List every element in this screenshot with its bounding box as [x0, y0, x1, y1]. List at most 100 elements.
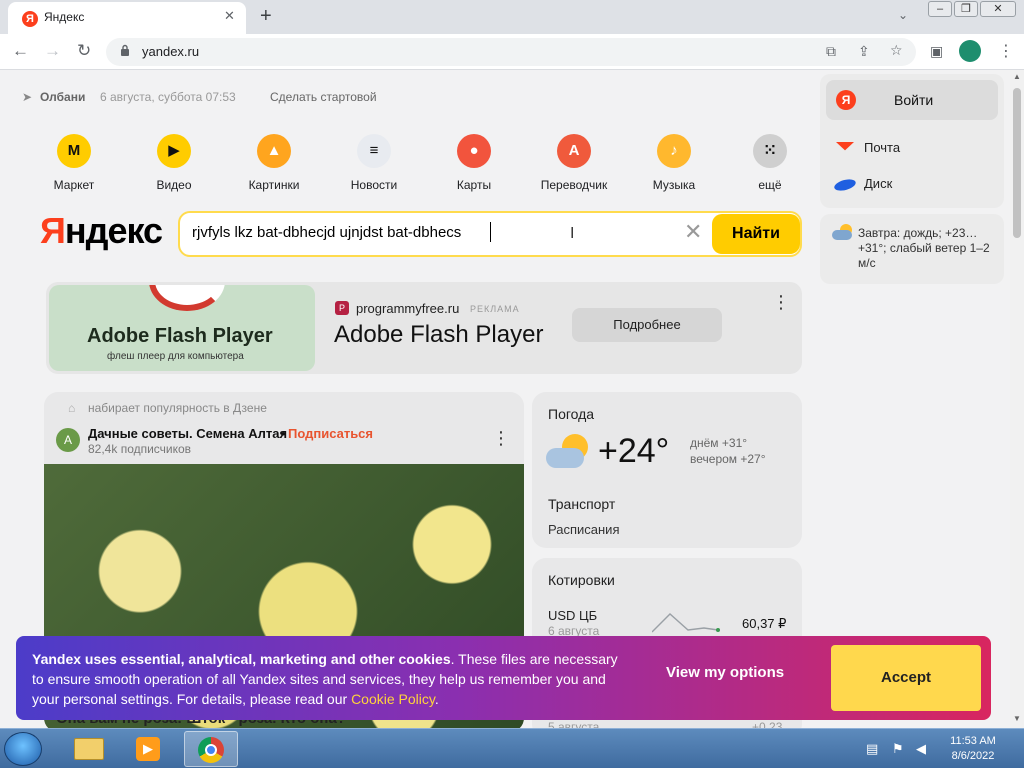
feed-menu-icon[interactable]: ⋮ — [492, 428, 510, 449]
back-arrow-icon[interactable]: ← — [12, 41, 29, 61]
translate-icon[interactable]: ⧉ — [826, 43, 836, 60]
profile-avatar[interactable] — [959, 40, 981, 62]
mail-icon — [836, 142, 854, 151]
cookie-text: Yandex uses essential, analytical, marke… — [32, 651, 618, 707]
bookmark-star-icon[interactable]: ☆ — [890, 42, 903, 59]
ad-menu-icon[interactable]: ⋮ — [772, 292, 790, 313]
location-link[interactable]: Олбани — [40, 90, 85, 104]
side-panel-icon[interactable]: ▣ — [930, 43, 943, 60]
maximize-button[interactable]: ❐ — [954, 1, 978, 17]
view-options-button[interactable]: View my options — [666, 664, 784, 681]
ad-image[interactable]: Adobe Flash Player флеш плеер для компью… — [49, 285, 315, 371]
windows-taskbar: ▶ ▤ ⚑ ◀ 11:53 AM 8/6/2022 — [0, 728, 1024, 768]
search-clear-icon[interactable]: ✕ — [684, 219, 702, 245]
rain-cloud-icon — [832, 224, 854, 244]
mail-link[interactable]: Почта — [864, 140, 900, 155]
network-icon[interactable]: ▤ — [866, 741, 878, 757]
text-caret — [490, 222, 491, 242]
service-7[interactable]: ⁙ ещё — [730, 134, 810, 192]
tab-title: Яндекс — [44, 10, 85, 24]
explorer-taskbar-button[interactable] — [62, 731, 116, 767]
service-0[interactable]: М Маркет — [34, 134, 114, 192]
service-icon: М — [57, 134, 91, 168]
service-1[interactable]: ▶ Видео — [134, 134, 214, 192]
scroll-down-icon[interactable]: ▼ — [1013, 714, 1021, 723]
search-input[interactable]: rjvfyls lkz bat-dbhecjd ujnjdst bat-dbhe… — [192, 224, 461, 241]
disk-icon — [833, 177, 857, 193]
home-icon: ⌂ — [68, 401, 76, 415]
service-3[interactable]: ≡ Новости — [334, 134, 414, 192]
ad-more-button[interactable]: Подробнее — [572, 308, 722, 342]
start-button[interactable] — [4, 732, 42, 766]
lock-icon — [121, 44, 129, 56]
usd-label[interactable]: USD ЦБ — [548, 608, 597, 623]
page-scrollbar[interactable]: ▲ ▼ — [1010, 70, 1024, 728]
service-6[interactable]: ♪ Музыка — [634, 134, 714, 192]
flash-logo-icon — [149, 285, 225, 311]
yandex-page: ➤ Олбани 6 августа, суббота 07:53 Сделат… — [0, 70, 1010, 728]
date-text: 6 августа, суббота 07:53 — [100, 90, 236, 104]
service-2[interactable]: ▲ Картинки — [234, 134, 314, 192]
location-arrow-icon: ➤ — [22, 90, 33, 104]
clock-time: 11:53 AM — [950, 735, 996, 747]
forward-arrow-icon[interactable]: → — [44, 41, 61, 61]
ad-image-subtitle: флеш плеер для компьютера — [107, 351, 244, 362]
quotes-heading[interactable]: Котировки — [548, 572, 615, 588]
ad-domain[interactable]: programmyfree.ru — [356, 301, 459, 316]
programmyfree-favicon-icon: P — [335, 301, 349, 315]
service-icon: ♪ — [657, 134, 691, 168]
login-button[interactable]: Я Войти — [826, 80, 998, 120]
subscriber-count: 82,4k подписчиков — [88, 442, 192, 456]
evening-temperature: вечером +27° — [690, 452, 766, 466]
subscribe-link[interactable]: Подписаться — [288, 426, 373, 441]
service-5[interactable]: A Переводчик — [534, 134, 614, 192]
partly-cloudy-icon — [546, 434, 592, 470]
share-icon[interactable]: ⇪ — [858, 43, 870, 60]
chrome-taskbar-button[interactable] — [184, 731, 238, 767]
scroll-up-icon[interactable]: ▲ — [1013, 72, 1021, 81]
ad-banner[interactable]: Adobe Flash Player флеш плеер для компью… — [46, 282, 802, 374]
ad-image-title: Adobe Flash Player — [87, 325, 273, 347]
cookie-policy-link[interactable]: Cookie Policy — [351, 691, 435, 707]
day-temperature: днём +31° — [690, 436, 748, 450]
transport-heading[interactable]: Транспорт — [548, 496, 615, 512]
media-player-taskbar-button[interactable]: ▶ — [122, 731, 176, 767]
ad-title[interactable]: Adobe Flash Player — [334, 321, 543, 349]
service-label: Маркет — [53, 178, 95, 192]
disk-link[interactable]: Диск — [864, 176, 892, 191]
cookie-banner: Yandex uses essential, analytical, marke… — [16, 636, 991, 720]
menu-kebab-icon[interactable]: ⋮ — [998, 41, 1014, 61]
make-start-link[interactable]: Сделать стартовой — [270, 90, 377, 104]
reload-icon[interactable]: ↻ — [77, 41, 91, 61]
channel-avatar[interactable]: А — [56, 428, 80, 452]
address-bar[interactable]: yandex.ru ⧉ ⇪ ☆ — [106, 38, 916, 66]
service-icon: ≡ — [357, 134, 391, 168]
browser-tab[interactable]: Я Яндекс ✕ — [8, 2, 246, 34]
folder-icon — [74, 738, 104, 760]
current-temperature: +24° — [598, 432, 670, 470]
service-label: Карты — [456, 178, 492, 192]
scrollbar-thumb[interactable] — [1013, 88, 1021, 238]
new-tab-button[interactable]: + — [260, 5, 272, 28]
schedules-link[interactable]: Расписания — [548, 522, 619, 537]
window-close-button[interactable]: ✕ — [980, 1, 1016, 17]
action-center-icon[interactable]: ⚑ — [892, 741, 904, 757]
channel-name[interactable]: Дачные советы. Семена Алтая — [88, 426, 287, 441]
minimize-button[interactable]: – — [928, 1, 952, 17]
user-panel: Я Войти Почта Диск — [820, 74, 1004, 208]
tomorrow-forecast: Завтра: дождь; +23…+31°; слабый ветер 1–… — [858, 226, 990, 270]
weather-card[interactable]: Погода +24° днём +31° вечером +27° Транс… — [532, 392, 802, 548]
service-icon: ▲ — [257, 134, 291, 168]
tab-search-chevron-icon[interactable]: ⌄ — [898, 8, 908, 22]
service-icon: ● — [457, 134, 491, 168]
volume-icon[interactable]: ◀ — [916, 741, 926, 757]
search-button[interactable]: Найти — [712, 214, 800, 254]
taskbar-clock[interactable]: 11:53 AM 8/6/2022 — [944, 734, 1002, 764]
service-4[interactable]: ● Карты — [434, 134, 514, 192]
tab-close-icon[interactable]: ✕ — [224, 8, 235, 24]
yandex-logo[interactable]: Яндекс — [40, 210, 163, 252]
weather-heading[interactable]: Погода — [548, 406, 594, 422]
second-change: +0,23 — [752, 720, 783, 728]
accept-cookies-button[interactable]: Accept — [831, 645, 981, 711]
forecast-panel[interactable]: Завтра: дождь; +23…+31°; слабый ветер 1–… — [820, 214, 1004, 284]
